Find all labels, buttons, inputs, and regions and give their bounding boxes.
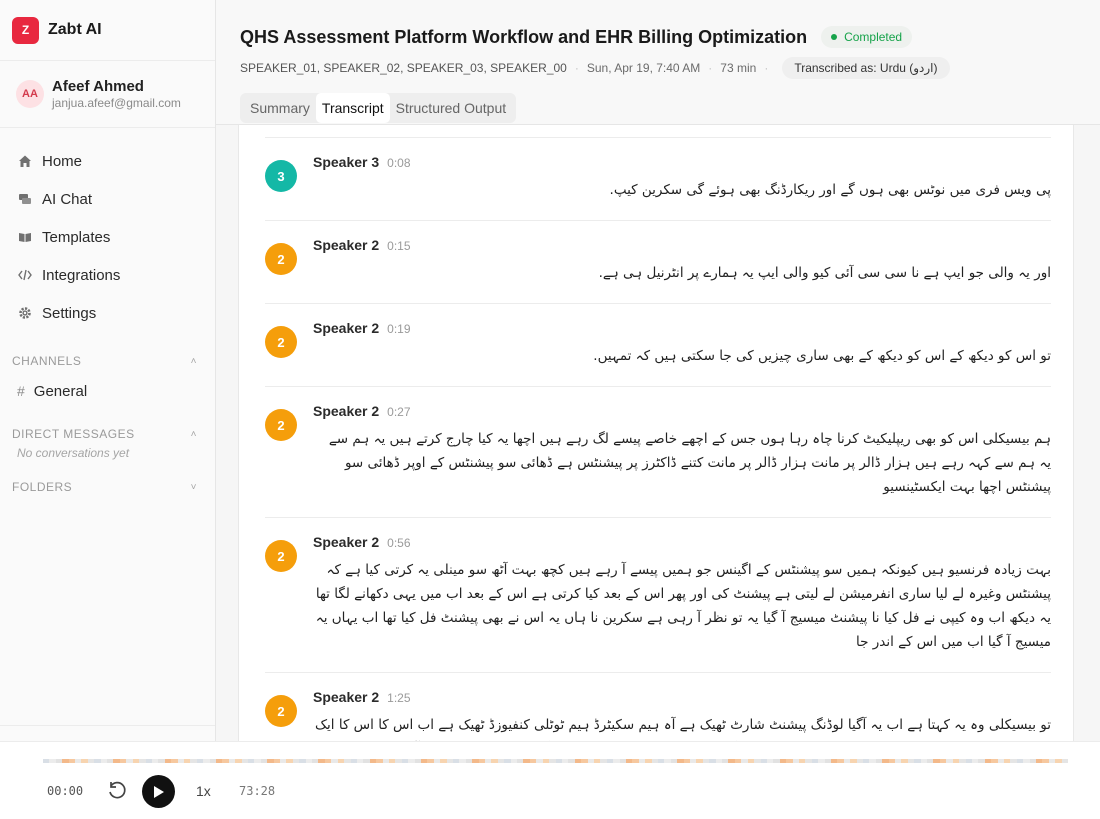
- chat-icon: [17, 191, 33, 207]
- transcript-entry: 2 Speaker 2 1:25 تو بیسیکلی وہ یہ کہتا ہ…: [265, 672, 1051, 741]
- channels-heading: CHANNELS: [12, 354, 82, 368]
- play-icon: [153, 785, 164, 798]
- transcript-entry: 2 Speaker 2 0:15 اور یہ والی جو ایپ ہے ن…: [265, 220, 1051, 303]
- tab-transcript[interactable]: Transcript: [315, 93, 390, 123]
- nav-item-ai-chat[interactable]: AI Chat: [0, 180, 215, 218]
- play-button[interactable]: [142, 775, 175, 808]
- recording-date: Sun, Apr 19, 7:40 AM: [586, 61, 701, 75]
- channel-item-general[interactable]: # General: [0, 374, 215, 408]
- nav-label: AI Chat: [42, 190, 93, 208]
- speaker-name: Speaker 2: [313, 689, 380, 705]
- channel-label: General: [33, 382, 88, 400]
- meta-separator: ·: [708, 61, 713, 75]
- total-time: 73:28: [239, 784, 276, 798]
- transcript-entry: 2 Speaker 2 0:27 ہم بیسیکلی اس کو بھی ری…: [265, 386, 1051, 517]
- avatar: AA: [16, 80, 44, 108]
- tab-structured-output[interactable]: Structured Output: [390, 93, 513, 123]
- nav-item-templates[interactable]: Templates: [0, 218, 215, 256]
- user-email: janjua.afeef@gmail.com: [52, 95, 181, 110]
- speaker-avatar: 2: [265, 540, 297, 572]
- recording-header: QHS Assessment Platform Workflow and EHR…: [216, 0, 1100, 125]
- playback-waveform[interactable]: [43, 759, 1068, 763]
- transcript-card: 3 Speaker 3 0:08 پی ویس فری میں نوٹس بھی…: [238, 125, 1074, 741]
- transcript-entry: 3 Speaker 3 0:08 پی ویس فری میں نوٹس بھی…: [265, 137, 1051, 220]
- timestamp[interactable]: 1:25: [387, 691, 410, 705]
- timestamp[interactable]: 0:15: [387, 239, 410, 253]
- speaker-name: Speaker 2: [313, 320, 380, 336]
- sidebar-footer: [0, 725, 215, 741]
- hash-icon: #: [17, 383, 25, 399]
- app-logo: Z: [12, 16, 39, 44]
- timestamp[interactable]: 0:19: [387, 322, 410, 336]
- channels-header[interactable]: CHANNELS ˄: [0, 351, 215, 371]
- meta-separator: ·: [574, 61, 579, 75]
- speaker-name: Speaker 2: [313, 534, 380, 550]
- waveform-segment: [1061, 759, 1068, 763]
- nav-item-home[interactable]: Home: [0, 142, 215, 180]
- transcript-list: 3 Speaker 3 0:08 پی ویس فری میں نوٹس بھی…: [265, 137, 1051, 741]
- nav-item-integrations[interactable]: Integrations: [0, 256, 215, 294]
- empty-conversations-note: No conversations yet: [17, 446, 130, 460]
- view-tabs: Summary Transcript Structured Output: [240, 93, 517, 123]
- playback-speed[interactable]: 1x: [196, 783, 211, 799]
- nav-label: Templates: [42, 228, 111, 246]
- current-time: 00:00: [47, 784, 84, 798]
- code-icon: [17, 267, 33, 283]
- folders-header[interactable]: FOLDERS ˅: [0, 477, 215, 497]
- main-nav: Home AI Chat Templates Integrations Sett…: [0, 128, 215, 332]
- nav-label: Home: [42, 152, 83, 170]
- audio-player: 00:00 1x 73:28: [0, 741, 1100, 819]
- language-badge: Transcribed as: Urdu (اردو): [782, 57, 950, 79]
- transcript-text: تو بیسیکلی وہ یہ کہتا ہے اب یہ آگیا لوڈن…: [314, 717, 1051, 733]
- recording-duration: 73 min: [720, 61, 757, 75]
- transcript-entry: 2 Speaker 2 0:19 تو اس کو دیکھ کے اس کو …: [265, 303, 1051, 386]
- gear-icon: [17, 305, 33, 321]
- app-name: Zabt AI: [48, 21, 102, 38]
- book-icon: [17, 229, 33, 245]
- speaker-name: Speaker 2: [313, 403, 380, 419]
- brand[interactable]: Z Zabt AI: [0, 0, 215, 61]
- timestamp[interactable]: 0:56: [387, 536, 410, 550]
- direct-messages-header[interactable]: DIRECT MESSAGES ˄: [0, 424, 215, 444]
- speaker-avatar: 2: [265, 409, 297, 441]
- direct-messages-heading: DIRECT MESSAGES: [12, 427, 135, 441]
- status-label: Completed: [844, 30, 903, 44]
- home-icon: [17, 153, 33, 169]
- transcript-text: بہت زیادہ فرنسیو ہیں کیونکہ ہمیں سو پیشن…: [315, 562, 1051, 650]
- speaker-name: Speaker 2: [313, 237, 380, 253]
- timestamp[interactable]: 0:08: [387, 156, 410, 170]
- recording-meta: SPEAKER_01, SPEAKER_02, SPEAKER_03, SPEA…: [240, 57, 950, 79]
- status-dot-icon: [831, 34, 838, 40]
- sidebar: Z Zabt AI AA Afeef Ahmed janjua.afeef@gm…: [0, 0, 216, 741]
- transcript-entry: 2 Speaker 2 0:56 بہت زیادہ فرنسیو ہیں کی…: [265, 517, 1051, 672]
- user-profile[interactable]: AA Afeef Ahmed janjua.afeef@gmail.com: [0, 61, 215, 128]
- transcript-text: پی ویس فری میں نوٹس بھی ہوں گے اور ریکار…: [609, 182, 1051, 198]
- nav-label: Settings: [42, 304, 97, 322]
- rewind-icon[interactable]: [106, 780, 128, 802]
- transcript-text: تو اس کو دیکھ کے اس کو دیکھ کے بھی ساری …: [593, 348, 1051, 364]
- page-title: QHS Assessment Platform Workflow and EHR…: [240, 26, 808, 47]
- meta-separator: ·: [764, 61, 769, 75]
- status-badge: Completed: [821, 26, 913, 48]
- speakers-list: SPEAKER_01, SPEAKER_02, SPEAKER_03, SPEA…: [240, 61, 567, 75]
- speaker-avatar: 2: [265, 243, 297, 275]
- timestamp[interactable]: 0:27: [387, 405, 410, 419]
- speaker-name: Speaker 3: [313, 154, 380, 170]
- chevron-down-icon[interactable]: ˅: [191, 482, 197, 493]
- speaker-avatar: 3: [265, 160, 297, 192]
- chevron-up-icon[interactable]: ˄: [191, 356, 197, 367]
- speaker-avatar: 2: [265, 695, 297, 727]
- nav-label: Integrations: [42, 266, 121, 284]
- transcript-text: ہم بیسیکلی اس کو بھی ریپلیکیٹ کرنا چاہ ر…: [328, 431, 1051, 495]
- nav-item-settings[interactable]: Settings: [0, 294, 215, 332]
- tab-summary[interactable]: Summary: [244, 93, 316, 123]
- folders-heading: FOLDERS: [12, 480, 73, 494]
- user-name: Afeef Ahmed: [52, 77, 144, 95]
- speaker-avatar: 2: [265, 326, 297, 358]
- chevron-up-icon[interactable]: ˄: [191, 429, 197, 440]
- transcript-text: اور یہ والی جو ایپ ہے نا سی سی آئی کیو و…: [598, 265, 1051, 281]
- transcript-area[interactable]: 3 Speaker 3 0:08 پی ویس فری میں نوٹس بھی…: [216, 125, 1100, 741]
